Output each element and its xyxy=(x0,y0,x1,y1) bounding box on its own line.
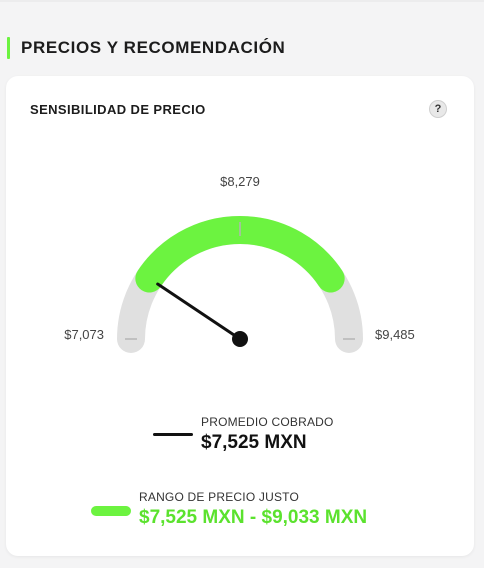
section-title: PRECIOS Y RECOMENDACIÓN xyxy=(21,38,286,57)
average-value: $7,525 MXN xyxy=(201,432,307,453)
fair-range-value: $7,525 MXN - $9,033 MXN xyxy=(139,507,368,528)
price-gauge: $7,073 $8,279 $9,485 xyxy=(64,174,415,353)
section-header: PRECIOS Y RECOMENDACIÓN xyxy=(7,37,285,59)
average-legend-line xyxy=(153,433,193,436)
average-label: PROMEDIO COBRADO xyxy=(201,415,334,429)
gauge-fair-range-arc xyxy=(135,216,345,293)
gauge-min-label: $7,073 xyxy=(64,327,104,342)
fair-range-label: RANGO DE PRECIO JUSTO xyxy=(139,490,300,504)
gauge-needle-hub xyxy=(232,331,248,347)
gauge-max-label: $9,485 xyxy=(375,327,415,342)
fair-range-legend-pill xyxy=(91,506,131,516)
top-divider xyxy=(0,0,484,2)
section-accent-bar xyxy=(7,37,10,59)
gauge-mid-label: $8,279 xyxy=(220,174,260,189)
price-sensitivity-card: SENSIBILIDAD DE PRECIO ? $7,073 $8,279 $… xyxy=(6,76,474,556)
gauge-needle xyxy=(156,282,242,341)
